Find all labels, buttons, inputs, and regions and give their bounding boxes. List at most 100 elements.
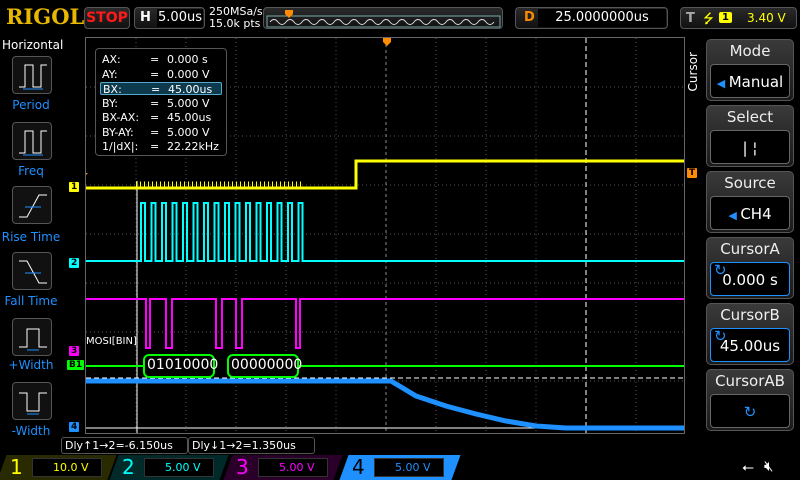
ch1-setting[interactable]: 1 10.0 V — [0, 455, 117, 480]
cursor-b-button[interactable]: CursorB ↻ 45.00us — [706, 303, 794, 365]
freq-icon — [19, 130, 47, 156]
trigger-level: 3.40 V — [747, 11, 786, 25]
panel-title: Horizontal — [2, 38, 64, 52]
readout-eq: = — [150, 67, 160, 81]
period-button[interactable] — [12, 56, 52, 94]
ch4-trace — [86, 378, 684, 431]
readout-eq: = — [150, 111, 160, 124]
h-label: H — [140, 10, 151, 25]
rise-time-icon — [19, 194, 47, 218]
cursor-readout-row: BY: = 5.000 V — [100, 97, 222, 110]
ch4-marker[interactable]: 4 — [69, 422, 80, 432]
readout-key: BX: — [103, 83, 122, 96]
ch2-scale: 5.00 V — [144, 458, 214, 477]
readout-eq: = — [150, 125, 160, 139]
acquisition-info: 250MSa/s 15.0k pts — [209, 6, 263, 30]
horizontal-measure-panel: Horizontal Period Freq Rise Time Fall Ti… — [0, 36, 85, 438]
cursor-a-value: 0.000 s — [722, 271, 778, 289]
cursor-readout-row: BX-AX: = 45.00us — [100, 111, 222, 124]
pos-width-button[interactable] — [12, 318, 52, 356]
readout-value: 45.00us — [167, 111, 212, 124]
readout-value: 0.000 s — [167, 53, 208, 66]
source-button[interactable]: Source ◀ CH4 — [706, 171, 794, 233]
ch2-trace — [86, 202, 684, 262]
delay-box[interactable]: D 25.0000000us — [515, 7, 668, 29]
ch3-scale: 5.00 V — [258, 458, 328, 477]
bus-label: MOSI[BIN] — [86, 336, 137, 347]
cursor-readout-row: AY: = 0.000 V — [100, 68, 222, 81]
neg-width-icon — [19, 392, 47, 415]
readout-key: 1/|dX|: — [102, 140, 139, 153]
mode-value: Manual — [728, 73, 784, 91]
rotate-knob-icon: ↻ — [714, 261, 727, 279]
timebase-value: 5.00us — [157, 9, 203, 27]
trigger-marker-icon — [383, 38, 391, 46]
ch1-trace — [86, 159, 684, 190]
ch2-setting[interactable]: 2 5.00 V — [109, 455, 229, 480]
cursor-readout-row: BY-AY: = 5.000 V — [100, 126, 222, 139]
cursor-ab-button[interactable]: CursorAB ↻ — [706, 369, 794, 431]
mode-label: Mode — [729, 42, 771, 60]
readout-eq: = — [150, 53, 160, 66]
readout-eq: = — [151, 83, 161, 96]
period-label: Period — [12, 98, 50, 112]
memory-depth: 15.0k pts — [209, 17, 261, 30]
cursor-readout-row: 1/|dX|: = 22.22kHz — [100, 140, 222, 153]
readout-key: AY: — [102, 67, 118, 81]
bus-marker[interactable]: B1 — [67, 360, 85, 370]
neg-width-button[interactable] — [12, 382, 52, 420]
cursor-b-value: 45.00us — [719, 337, 781, 355]
trigger-level-marker[interactable]: T — [687, 168, 698, 178]
readout-value: 22.22kHz — [167, 140, 219, 153]
ch2-number: 2 — [122, 455, 135, 479]
freq-button[interactable] — [12, 122, 52, 160]
readout-eq: = — [150, 96, 160, 110]
channel-bar: 1 10.0 V 2 5.00 V 3 5.00 V 4 5.00 V ⭠ 🔇︎ — [0, 455, 800, 480]
cursor-readout-row: AX: = 0.000 s — [100, 53, 222, 66]
delay-readout-2: Dly↓1→2=1.350us — [188, 437, 315, 454]
memory-waveform-icon — [266, 10, 501, 28]
ch2-marker[interactable]: 2 — [69, 258, 80, 268]
period-icon — [19, 64, 47, 90]
mute-icon[interactable]: 🔇︎ — [764, 457, 773, 475]
run-stop-status[interactable]: STOP — [84, 7, 130, 29]
cursor-menu: Mode ◀ Manual Select | ¦ Source ◀ CH4 Curso… — [700, 37, 800, 437]
timebase-box[interactable]: H 5.00us — [134, 7, 205, 29]
ch1-marker[interactable]: 1 — [69, 182, 80, 192]
source-label: Source — [724, 174, 776, 192]
trigger-source: 1 — [719, 12, 732, 23]
readout-key: AX: — [102, 53, 121, 66]
rigol-logo: RIGOL — [6, 4, 85, 29]
readout-value: 5.000 V — [167, 125, 210, 139]
readout-eq: = — [150, 140, 160, 153]
memory-overview[interactable] — [263, 7, 503, 29]
waveform-display[interactable]: MOSI[BIN] 01010000 00000000 AX: = 0.000 sA… — [85, 37, 685, 434]
cursor-a-button[interactable]: CursorA ↻ 0.000 s — [706, 237, 794, 299]
ch3-marker[interactable]: 3 — [69, 346, 80, 356]
menu-title: Cursor — [686, 52, 700, 92]
trigger-box[interactable]: T ⭍ 1 3.40 V — [680, 7, 797, 29]
ch4-setting[interactable]: 4 5.00 V — [339, 455, 461, 480]
fall-time-button[interactable] — [12, 252, 52, 290]
pos-width-label: +Width — [8, 358, 54, 372]
bus-frame-1-text: 01010000 — [147, 357, 219, 373]
select-button[interactable]: Select | ¦ — [706, 105, 794, 167]
cursor-readout-row: BX: = 45.00us — [100, 82, 222, 96]
ch3-setting[interactable]: 3 5.00 V — [223, 455, 343, 480]
t-label: T — [686, 11, 695, 26]
bus-frame-2-text: 00000000 — [231, 357, 303, 373]
mode-button[interactable]: Mode ◀ Manual — [706, 39, 794, 101]
rise-time-button[interactable] — [12, 186, 52, 224]
readout-key: BX-AX: — [102, 111, 140, 124]
select-value: | ¦ — [710, 130, 790, 164]
delay-value: 25.0000000us — [538, 9, 666, 27]
rotate-knob-icon: ↻ — [710, 394, 790, 428]
ch1-scale: 10.0 V — [32, 458, 102, 477]
rotate-knob-icon: ↻ — [714, 327, 727, 345]
ch4-number: 4 — [352, 455, 365, 479]
pos-width-icon — [19, 328, 47, 351]
readout-value: 45.00us — [168, 83, 213, 96]
falling-edge-icon: ⭍ — [703, 12, 714, 27]
trigger-position-icon — [285, 10, 293, 18]
neg-width-label: -Width — [11, 424, 51, 438]
